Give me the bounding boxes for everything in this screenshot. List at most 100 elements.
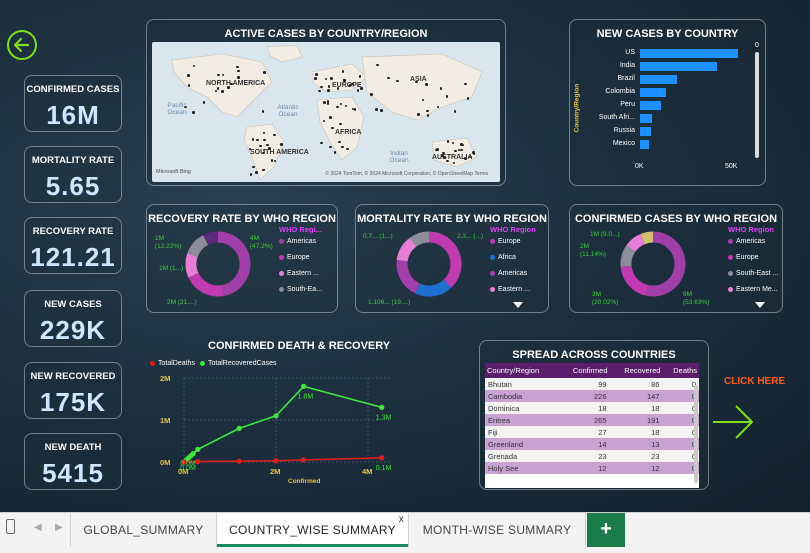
case-dot[interactable] xyxy=(446,140,450,143)
case-dot[interactable] xyxy=(263,138,266,142)
case-dot[interactable] xyxy=(214,89,218,93)
case-dot[interactable] xyxy=(353,108,357,111)
donut-slice[interactable] xyxy=(217,231,251,296)
column-header[interactable]: Country/Region xyxy=(485,363,559,378)
donut-slice[interactable] xyxy=(626,233,646,252)
prev-page-icon[interactable]: ◀ xyxy=(34,522,42,533)
donut-slice[interactable] xyxy=(620,245,636,267)
case-dot[interactable] xyxy=(425,83,428,86)
case-dot[interactable] xyxy=(356,89,360,92)
case-dot[interactable] xyxy=(320,141,323,145)
data-point[interactable] xyxy=(301,383,307,389)
bar-row[interactable]: Peru xyxy=(570,100,767,110)
legend-item[interactable]: Eastern ... xyxy=(279,270,319,277)
case-dot[interactable] xyxy=(436,105,440,109)
case-dot[interactable] xyxy=(323,101,326,104)
case-dot[interactable] xyxy=(273,133,276,137)
world-map[interactable]: NORTH AMERICA EUROPE ASIA AFRICA SOUTH A… xyxy=(152,42,500,182)
legend-item[interactable]: Americas xyxy=(490,270,527,277)
data-point[interactable] xyxy=(195,446,201,452)
legend-item[interactable]: Americas xyxy=(728,238,765,245)
case-dot[interactable] xyxy=(322,119,326,123)
case-dot[interactable] xyxy=(256,138,259,142)
donut-slice[interactable] xyxy=(188,272,224,297)
legend-item[interactable]: Africa xyxy=(490,254,516,261)
donut-slice[interactable] xyxy=(187,235,209,258)
case-dot[interactable] xyxy=(351,107,355,110)
column-header[interactable]: Recovered xyxy=(609,363,663,378)
case-dot[interactable] xyxy=(331,126,334,130)
case-dot[interactable] xyxy=(261,110,265,113)
data-point[interactable] xyxy=(301,457,307,463)
case-dot[interactable] xyxy=(336,105,339,109)
case-dot[interactable] xyxy=(426,109,429,113)
case-dot[interactable] xyxy=(453,110,457,113)
case-dot[interactable] xyxy=(327,89,330,92)
case-dot[interactable] xyxy=(461,143,464,147)
tab-global-summary[interactable]: GLOBAL_SUMMARY xyxy=(71,513,216,547)
bar-row[interactable]: Colombia xyxy=(570,87,767,97)
add-page-button[interactable]: + xyxy=(587,513,625,547)
data-point[interactable] xyxy=(273,413,279,419)
bar-row[interactable]: India xyxy=(570,61,767,71)
donut-slice[interactable] xyxy=(396,259,421,294)
legend-item[interactable]: Eastern ... xyxy=(490,286,530,293)
case-dot[interactable] xyxy=(216,87,220,90)
data-point[interactable] xyxy=(379,404,385,410)
case-dot[interactable] xyxy=(237,76,240,79)
case-dot[interactable] xyxy=(187,74,190,77)
table-row[interactable]: Eritrea2651910 xyxy=(485,414,699,426)
data-point[interactable] xyxy=(195,458,201,465)
case-dot[interactable] xyxy=(327,85,331,88)
case-dot[interactable] xyxy=(273,159,277,163)
case-dot[interactable] xyxy=(318,89,321,93)
legend-item[interactable]: Europe xyxy=(728,254,759,261)
case-dot[interactable] xyxy=(341,70,345,73)
next-page-icon[interactable]: ▶ xyxy=(55,522,63,533)
data-point[interactable] xyxy=(379,455,385,461)
case-dot[interactable] xyxy=(426,114,430,117)
case-dot[interactable] xyxy=(192,64,196,67)
case-dot[interactable] xyxy=(192,111,195,114)
case-dot[interactable] xyxy=(326,100,330,103)
case-dot[interactable] xyxy=(221,73,225,77)
case-dot[interactable] xyxy=(259,144,262,147)
case-dot[interactable] xyxy=(270,159,274,162)
table-row[interactable]: Fiji27180 xyxy=(485,426,699,438)
legend-item[interactable]: Europe xyxy=(490,238,521,245)
donut-slice[interactable] xyxy=(203,231,219,246)
case-dot[interactable] xyxy=(439,87,443,90)
data-point[interactable] xyxy=(236,425,242,431)
case-dot[interactable] xyxy=(221,90,224,93)
donut-slice[interactable] xyxy=(428,231,462,288)
table-row[interactable]: Grenada23230 xyxy=(485,450,699,462)
donut-slice[interactable] xyxy=(415,279,452,297)
case-dot[interactable] xyxy=(339,122,342,126)
table-row[interactable]: Bhutan 99 86 0 xyxy=(485,378,699,390)
donut-slice[interactable] xyxy=(185,253,199,278)
table-scrollbar[interactable] xyxy=(694,385,698,483)
case-dot[interactable] xyxy=(375,108,378,111)
case-dot[interactable] xyxy=(252,165,255,169)
spread-table[interactable]: Country/Region Confirmed Recovered Death… xyxy=(485,363,699,488)
case-dot[interactable] xyxy=(202,101,206,104)
case-dot[interactable] xyxy=(454,149,457,153)
table-row[interactable]: Greenland14130 xyxy=(485,438,699,450)
case-dot[interactable] xyxy=(262,131,266,134)
data-point[interactable] xyxy=(190,451,196,457)
legend-item[interactable]: South-Ea... xyxy=(279,286,322,293)
case-dot[interactable] xyxy=(464,82,467,86)
case-dot[interactable] xyxy=(237,69,240,73)
case-dot[interactable] xyxy=(460,148,463,152)
legend-more-icon[interactable] xyxy=(513,302,523,308)
donut-slice[interactable] xyxy=(640,231,654,245)
phone-icon[interactable] xyxy=(6,519,15,534)
case-dot[interactable] xyxy=(236,65,239,69)
case-dot[interactable] xyxy=(266,143,269,147)
bar-row[interactable]: Brazil xyxy=(570,74,767,84)
legend-item[interactable]: Eastern Me... xyxy=(728,286,778,293)
bar-row[interactable]: South Afri... xyxy=(570,113,767,123)
case-dot[interactable] xyxy=(344,104,348,108)
bar-row[interactable]: US xyxy=(570,48,767,58)
case-dot[interactable] xyxy=(421,98,425,102)
